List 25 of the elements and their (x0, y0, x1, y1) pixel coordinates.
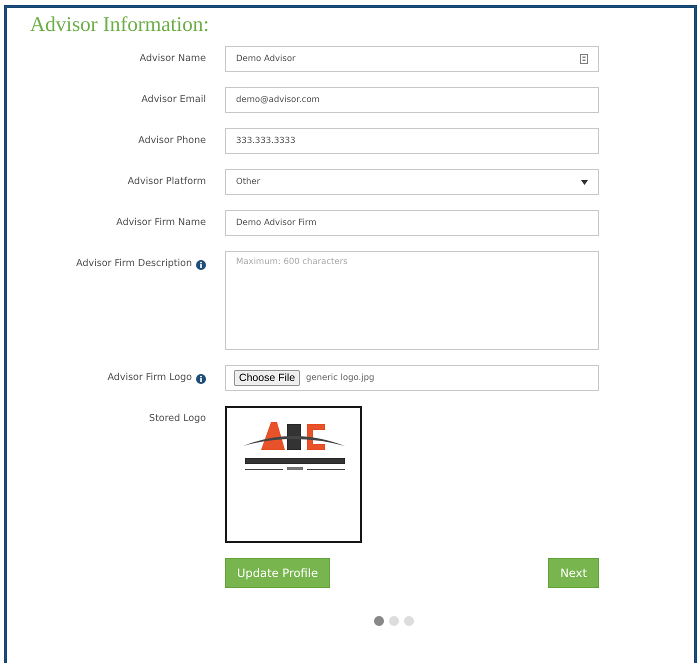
carousel-dot[interactable] (388, 616, 398, 626)
file-name: generic logo.jpg (306, 373, 374, 383)
field-label: Advisor Platform (128, 176, 206, 187)
section-title: Advisor Information: (30, 11, 210, 37)
text-field[interactable]: Demo Advisor (225, 46, 599, 72)
carousel-dot[interactable] (374, 616, 384, 626)
field-label: Advisor Phone (138, 135, 206, 146)
choose-file-button[interactable]: Choose File (234, 370, 300, 386)
description-field[interactable]: Maximum: 600 characters (225, 251, 599, 350)
field-label: Stored Logo (149, 413, 206, 424)
info-icon[interactable] (196, 260, 206, 270)
field-label: Advisor Name (140, 53, 206, 64)
platform-dropdown[interactable]: Other (225, 169, 599, 195)
caret-icon (581, 180, 588, 184)
text-field[interactable]: Demo Advisor Firm (225, 210, 599, 236)
text-field[interactable]: demo@advisor.com (225, 87, 599, 113)
text-field[interactable]: 333.333.3333 (225, 128, 599, 154)
field-label: Advisor Firm Description (76, 258, 192, 269)
field-label: Advisor Firm Logo (107, 372, 192, 383)
info-icon[interactable] (196, 374, 206, 384)
field-label: Advisor Email (141, 94, 206, 105)
file-field[interactable]: Choose File generic logo.jpg (225, 365, 599, 391)
contact-card-icon[interactable] (580, 54, 588, 64)
carousel-dot[interactable] (404, 616, 414, 626)
field-label: Advisor Firm Name (116, 217, 206, 228)
